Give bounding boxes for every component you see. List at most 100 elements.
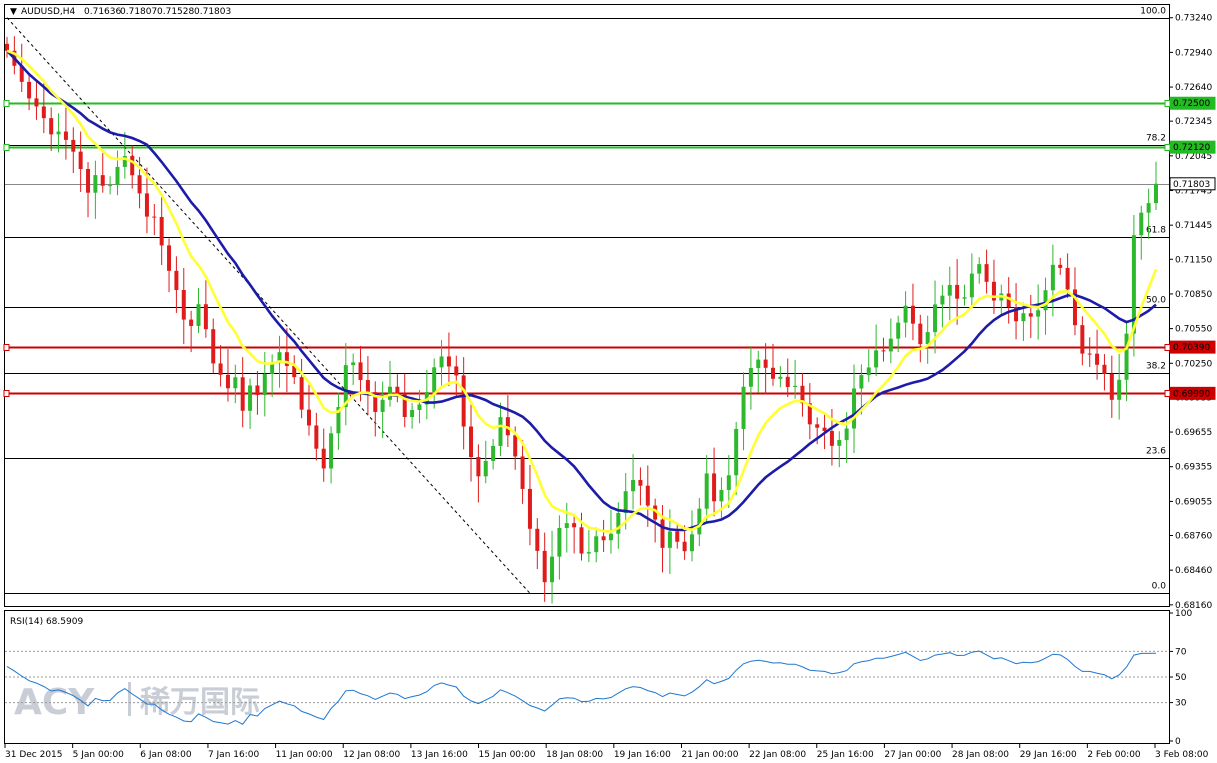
header-symbol: AUDUSD,H4: [21, 7, 76, 17]
candle-up: [550, 556, 555, 583]
candle-up: [844, 428, 849, 441]
main-chart-frame: [4, 4, 1170, 607]
candle-down: [78, 151, 83, 170]
candle-up: [888, 338, 893, 352]
candle-up: [388, 386, 392, 400]
candle-up: [903, 305, 908, 323]
candle-up: [852, 388, 857, 429]
candle-up: [704, 473, 709, 509]
candle-down: [763, 359, 768, 368]
candle-up: [233, 377, 238, 389]
candle-up: [56, 131, 61, 135]
candle-up: [778, 376, 783, 379]
header-open: 0.71636: [84, 7, 121, 17]
candle-down: [645, 485, 650, 506]
candle-up: [410, 409, 415, 418]
time-axis: 31 Dec 2015 5 Jan 00:00 6 Jan 08:00 7 Jan 1…: [4, 744, 1209, 760]
candle-up: [726, 475, 731, 490]
candle-up: [439, 356, 444, 368]
candle-up: [896, 322, 901, 339]
fib-level-label: 38.2: [1146, 362, 1166, 372]
candle-up: [1043, 290, 1048, 311]
candle-down: [910, 305, 915, 324]
candle-down: [1065, 267, 1070, 290]
candle-down: [167, 245, 172, 271]
price-tick-label: 0.72940: [1175, 48, 1212, 58]
candle-down: [181, 290, 186, 320]
candle-up: [962, 297, 967, 299]
header-close: 0.71803: [194, 7, 231, 17]
time-label: 21 Jan 00:00: [681, 750, 738, 760]
candle-down: [712, 473, 717, 502]
candle-down: [358, 362, 363, 381]
candle-up: [586, 552, 591, 554]
candle-down: [675, 531, 680, 542]
time-label: 12 Jan 08:00: [343, 750, 400, 760]
candle-up: [1117, 379, 1122, 400]
candle-down: [395, 386, 400, 394]
candle-down: [454, 366, 459, 376]
candle-down: [365, 380, 370, 393]
time-label: 27 Jan 00:00: [884, 750, 941, 760]
candle-up: [969, 273, 974, 298]
candle-down: [152, 216, 157, 218]
candle-down: [49, 118, 54, 135]
candle-up: [115, 166, 120, 186]
candle-up: [1154, 183, 1158, 204]
candle-up: [616, 512, 621, 534]
candle-up: [741, 386, 746, 429]
candle-down: [225, 374, 230, 389]
candle-up: [866, 367, 871, 376]
candle-down: [240, 377, 245, 411]
candle-down: [144, 193, 149, 217]
chart-canvas[interactable]: ACY 稀万国际 0.732400.729400.726400.723450.7…: [0, 0, 1217, 763]
level-anchor: [1164, 100, 1171, 107]
candle-up: [667, 531, 672, 548]
candle-down: [1095, 353, 1100, 365]
level-anchor: [3, 390, 10, 397]
candle-up: [1139, 212, 1144, 236]
price-label-resistance: 0.72500: [1173, 99, 1210, 109]
level-anchor: [3, 100, 10, 107]
candle-down: [513, 435, 518, 457]
candle-down: [955, 284, 960, 299]
fib-level-label: 23.6: [1146, 447, 1166, 457]
candle-down: [918, 323, 923, 345]
candle-up: [719, 489, 724, 502]
candle-down: [579, 527, 584, 554]
fib-level-label: 100.0: [1140, 7, 1166, 17]
candle-down: [682, 541, 687, 552]
time-label: 15 Jan 00:00: [479, 750, 536, 760]
candle-down: [218, 363, 223, 375]
candle-up: [108, 185, 113, 187]
candle-up: [793, 385, 798, 387]
candle-up: [1146, 203, 1151, 213]
price-tick-label: 0.69355: [1175, 463, 1212, 473]
candle-up: [557, 527, 562, 557]
candle-up: [631, 480, 636, 492]
price-label-support: 0.69990: [1173, 389, 1210, 399]
candle-up: [874, 350, 879, 368]
candle-down: [5, 43, 9, 51]
candle-up: [837, 440, 842, 446]
candle-up: [977, 264, 982, 274]
time-label: 31 Dec 2015: [5, 750, 63, 760]
candle-down: [815, 424, 820, 428]
candle-down: [476, 457, 481, 477]
time-label: 5 Jan 00:00: [73, 750, 125, 760]
time-label: 7 Jan 16:00: [208, 750, 260, 760]
rsi-tick-label: 70: [1175, 647, 1187, 657]
price-tick-label: 0.71150: [1175, 255, 1212, 265]
candle-up: [270, 363, 275, 375]
level-anchor: [1164, 144, 1171, 151]
candle-down: [211, 329, 216, 364]
time-label: 2 Feb 00:00: [1087, 750, 1141, 760]
price-tick-label: 0.71445: [1175, 221, 1212, 231]
level-price-labels: 0.72500 0.72120 0.71803 0.70390 0.69990: [1169, 96, 1216, 400]
level-anchor: [3, 144, 10, 151]
candle-down: [461, 375, 466, 427]
price-label-support: 0.70390: [1173, 343, 1210, 353]
candle-up: [748, 368, 753, 387]
collapse-arrow-icon[interactable]: ▼: [10, 7, 17, 17]
candle-up: [196, 304, 201, 326]
